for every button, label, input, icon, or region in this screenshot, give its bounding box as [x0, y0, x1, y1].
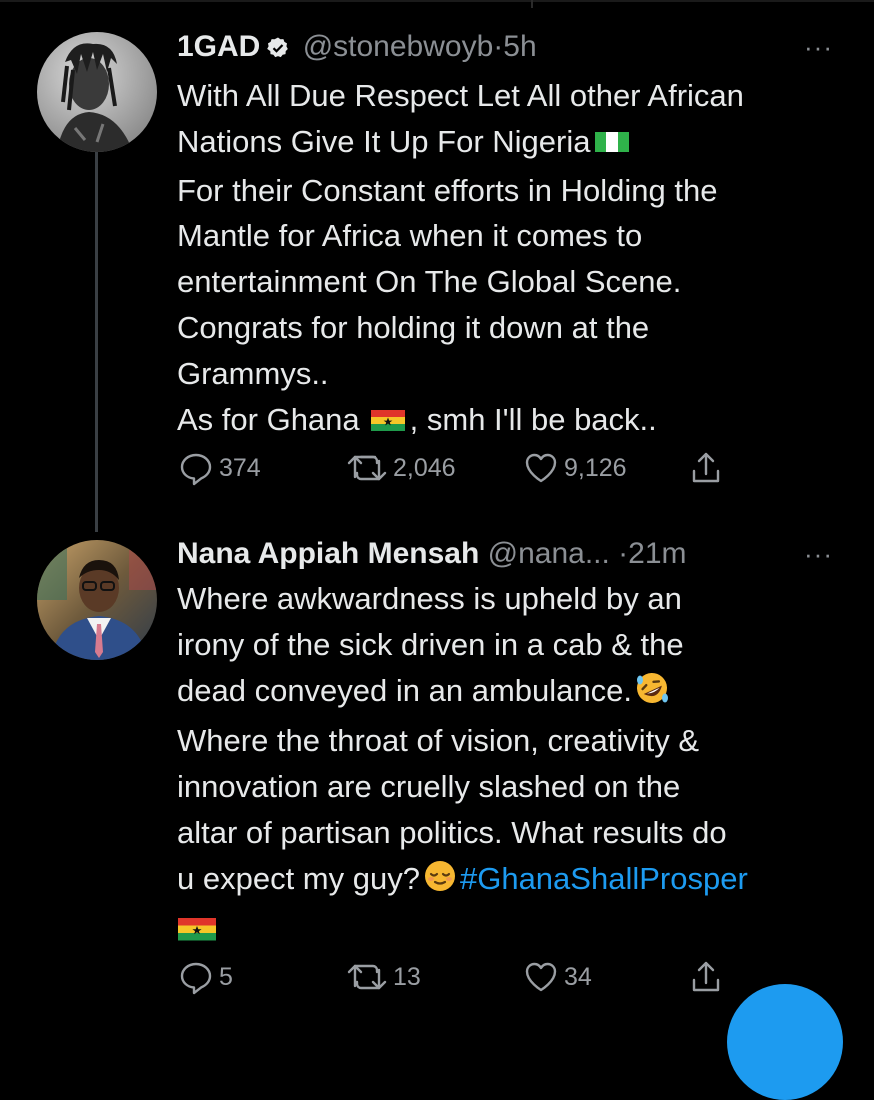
separator-dot: ·	[493, 30, 504, 63]
nigeria-flag	[594, 122, 630, 168]
text-line: entertainment On The Global Scene.	[177, 264, 682, 300]
text-line: With All Due Respect Let All other Afric…	[177, 78, 744, 113]
tweet-2-actions: 5 13 34	[177, 957, 737, 997]
text-segment: , smh I'll be back..	[409, 401, 657, 437]
avatar-1gad[interactable]	[37, 32, 157, 152]
avatar-photo-nana	[37, 540, 157, 660]
author-handle[interactable]: @stonebwoyb	[303, 30, 494, 63]
top-divider	[0, 0, 874, 2]
tweet-1[interactable]: 1GAD @stonebwoyb·5h ··· With All Due Res…	[177, 27, 857, 445]
text-line-with-flag: As for Ghana , smh I'll be back..	[177, 397, 857, 446]
text-line: For their Constant efforts in Holding th…	[177, 172, 718, 208]
hashtag-link[interactable]: #GhanaShallProsper	[460, 861, 748, 896]
share-icon	[692, 961, 720, 992]
text-line: irony of the sick driven in a cab & the	[177, 626, 684, 662]
retweet-icon	[347, 455, 387, 481]
like-icon	[525, 962, 557, 992]
tweet-2-header: Nana Appiah Mensah @nana... ·21m ···	[177, 534, 857, 574]
author-handle[interactable]: @nana...	[488, 537, 610, 570]
tweet-2-text: Where awkwardness is upheld by an irony …	[177, 576, 857, 955]
text-line-with-emoji: dead conveyed in an ambulance.	[177, 668, 857, 719]
text-line: altar of partisan politics. What results…	[177, 814, 727, 850]
verified-badge-icon	[266, 31, 290, 71]
top-tick	[531, 0, 533, 8]
timestamp[interactable]: 21m	[628, 537, 686, 570]
ghana-flag	[370, 400, 406, 446]
text-segment: Nations Give It Up For Nigeria	[177, 123, 591, 159]
rofl-emoji	[634, 670, 670, 719]
avatar-photo-1gad	[37, 32, 157, 152]
like-count: 9,126	[564, 453, 627, 482]
thread-connector-line	[95, 152, 98, 532]
like-button[interactable]: 34	[522, 957, 592, 997]
more-options-icon[interactable]: ···	[804, 27, 833, 67]
text-line: Congrats for holding it down at the	[177, 309, 650, 345]
text-segment: As for Ghana	[177, 401, 360, 437]
share-button[interactable]	[687, 957, 729, 997]
text-segment: dead conveyed in an ambulance.	[177, 672, 632, 708]
retweet-button[interactable]: 13	[345, 957, 421, 997]
reply-count: 374	[219, 453, 261, 482]
compose-tweet-button[interactable]	[727, 984, 843, 1100]
like-count: 34	[564, 962, 592, 991]
text-line: Mantle for Africa when it comes to	[177, 218, 643, 254]
text-line-flag	[177, 907, 857, 956]
text-line-with-flag: Nations Give It Up For Nigeria	[177, 119, 857, 168]
tweet-2[interactable]: Nana Appiah Mensah @nana... ·21m ··· Whe…	[177, 534, 857, 955]
more-options-icon[interactable]: ···	[804, 534, 833, 574]
ghana-flag	[177, 910, 217, 956]
share-button[interactable]	[687, 448, 729, 488]
avatar-nana-appiah-mensah[interactable]	[37, 540, 157, 660]
text-line: Where awkwardness is upheld by an	[177, 581, 682, 616]
author-name[interactable]: Nana Appiah Mensah	[177, 537, 479, 570]
timestamp[interactable]: 5h	[503, 30, 536, 63]
text-line: Grammys..	[177, 355, 329, 391]
tweet-1-text: With All Due Respect Let All other Afric…	[177, 73, 857, 445]
reply-icon	[180, 453, 212, 486]
retweet-count: 2,046	[393, 453, 456, 482]
like-icon	[525, 453, 557, 483]
tweet-1-header: 1GAD @stonebwoyb·5h ···	[177, 27, 857, 67]
author-name[interactable]: 1GAD	[177, 30, 260, 63]
retweet-icon	[347, 964, 387, 990]
separator-dot: ·	[618, 537, 629, 570]
like-button[interactable]: 9,126	[522, 448, 627, 488]
text-segment: u expect my guy?	[177, 860, 420, 896]
tweet-1-actions: 374 2,046 9,126	[177, 448, 737, 488]
reply-icon	[180, 962, 212, 995]
retweet-count: 13	[393, 962, 421, 991]
reply-button[interactable]: 5	[177, 957, 233, 997]
share-icon	[692, 452, 720, 483]
reply-button[interactable]: 374	[177, 448, 261, 488]
relieved-emoji	[422, 858, 458, 907]
text-line: innovation are cruelly slashed on the	[177, 769, 681, 805]
retweet-button[interactable]: 2,046	[345, 448, 456, 488]
reply-count: 5	[219, 962, 233, 991]
text-line-with-hashtag: u expect my guy? #GhanaShallProsper	[177, 856, 857, 907]
text-line: Where the throat of vision, creativity &	[177, 723, 700, 759]
